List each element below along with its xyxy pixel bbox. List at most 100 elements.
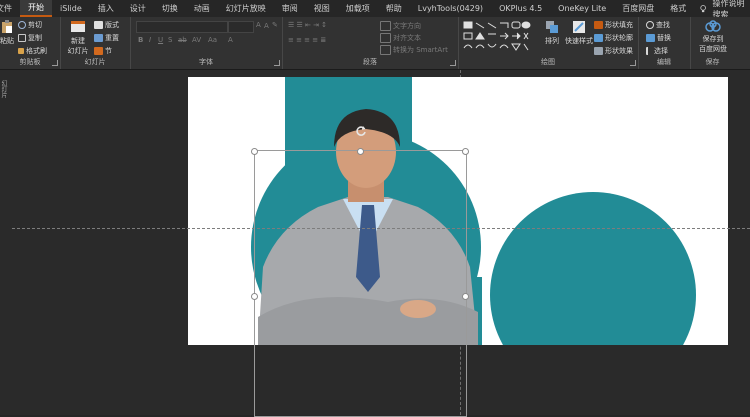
- paragraph-launcher-icon[interactable]: [450, 60, 456, 66]
- tab-lvyhtools[interactable]: LvyhTools(0429): [410, 0, 491, 17]
- font-size-shrink-icon[interactable]: A: [264, 22, 269, 30]
- tab-help[interactable]: 帮助: [378, 0, 410, 17]
- save-group-label: 保存: [705, 58, 720, 66]
- selection-frame[interactable]: [254, 150, 467, 417]
- resize-handle-right[interactable]: [462, 293, 469, 300]
- font-name-box[interactable]: [136, 21, 228, 33]
- shape-fill-label: 形状填充: [605, 21, 633, 29]
- font-size-grow-icon[interactable]: A: [256, 21, 261, 29]
- fill-bucket-icon: [594, 21, 603, 29]
- drawing-launcher-icon[interactable]: [630, 60, 636, 66]
- tab-transitions[interactable]: 切换: [154, 0, 186, 17]
- tab-baidu[interactable]: 百度网盘: [614, 0, 662, 17]
- format-painter-button[interactable]: 格式刷: [18, 46, 47, 56]
- align-text-icon: [380, 33, 391, 43]
- tab-home[interactable]: 开始: [20, 0, 52, 17]
- align-text-button[interactable]: 对齐文本: [380, 33, 421, 43]
- replace-button[interactable]: 替换: [646, 33, 671, 43]
- outline-pen-icon: [594, 34, 603, 42]
- clear-format-icon[interactable]: ✎: [272, 21, 278, 29]
- tab-insert[interactable]: 插入: [90, 0, 122, 17]
- smartart-button[interactable]: 转换为 SmartArt: [380, 45, 448, 55]
- thumbnail-pane-toggle[interactable]: 幻灯片: [0, 80, 8, 110]
- section-button[interactable]: 节: [94, 46, 112, 56]
- new-slide-button[interactable]: 新建 幻灯片: [64, 20, 92, 56]
- ribbon-tabs: 文件 开始 iSlide 插入 设计 切换 动画 幻灯片放映 审阅 视图 加载项…: [0, 0, 750, 19]
- bullets-icon[interactable]: ☰ ☰ ⇤ ⇥ ↕: [288, 21, 327, 29]
- tab-design[interactable]: 设计: [122, 0, 154, 17]
- paste-button[interactable]: 粘贴: [0, 20, 14, 46]
- layout-icon: [94, 21, 103, 29]
- section-icon: [94, 47, 103, 55]
- change-case-icon[interactable]: Aa: [208, 36, 217, 44]
- group-font: A A ✎ B I U S ab AV Aa A 字体: [130, 17, 283, 69]
- quick-styles-icon: [573, 21, 585, 33]
- shapes-gallery-icon[interactable]: [462, 20, 532, 54]
- tab-view[interactable]: 视图: [306, 0, 338, 17]
- copy-button[interactable]: 复制: [18, 33, 42, 43]
- cut-button[interactable]: 剪切: [18, 20, 42, 30]
- resize-handle-top-right[interactable]: [462, 148, 469, 155]
- underline-icon[interactable]: U: [158, 36, 163, 44]
- text-direction-icon: [380, 21, 391, 31]
- shape-outline-label: 形状轮廓: [605, 34, 633, 42]
- lightbulb-icon: [700, 4, 707, 12]
- reset-button[interactable]: 重置: [94, 33, 119, 43]
- quick-styles-button[interactable]: 快速样式: [564, 20, 594, 46]
- clipboard-group-label: 剪贴板: [19, 58, 41, 66]
- copy-icon: [18, 34, 26, 42]
- font-color-icon[interactable]: A: [228, 36, 233, 44]
- group-slides: 新建 幻灯片 版式 重置 节 幻灯片: [60, 17, 131, 69]
- shape-effects-button[interactable]: 形状效果: [594, 46, 633, 56]
- arrange-button[interactable]: 排列: [542, 20, 562, 46]
- tab-animations[interactable]: 动画: [186, 0, 218, 17]
- strikethrough-icon[interactable]: ab: [178, 36, 187, 44]
- char-spacing-icon[interactable]: AV: [192, 36, 201, 44]
- tab-format[interactable]: 格式: [662, 0, 694, 17]
- find-label: 查找: [656, 21, 670, 29]
- align-icons[interactable]: ≡ ≡ ≡ ≡ ≣: [288, 36, 326, 44]
- shape-outline-button[interactable]: 形状轮廓: [594, 33, 633, 43]
- tab-slideshow[interactable]: 幻灯片放映: [218, 0, 274, 17]
- section-label: 节: [105, 47, 112, 55]
- brush-icon: [18, 48, 24, 54]
- select-button[interactable]: 选择: [646, 46, 668, 56]
- text-direction-button[interactable]: 文字方向: [380, 21, 421, 31]
- shadow-icon[interactable]: S: [168, 36, 172, 44]
- editing-group-label: 编辑: [657, 58, 671, 66]
- slides-group-label: 幻灯片: [84, 58, 106, 66]
- tab-islide[interactable]: iSlide: [52, 0, 90, 17]
- bold-icon[interactable]: B: [138, 36, 143, 44]
- group-editing: 查找 替换 选择 编辑: [638, 17, 691, 69]
- format-painter-label: 格式刷: [26, 47, 47, 55]
- quick-styles-label: 快速样式: [565, 37, 593, 45]
- text-direction-label: 文字方向: [393, 22, 421, 30]
- tab-addins[interactable]: 加载项: [338, 0, 378, 17]
- group-clipboard: 粘贴 剪切 复制 格式刷 剪贴板: [0, 17, 61, 69]
- font-launcher-icon[interactable]: [274, 60, 280, 66]
- shape-fill-button[interactable]: 形状填充: [594, 20, 633, 30]
- cut-label: 剪切: [28, 21, 42, 29]
- layout-button[interactable]: 版式: [94, 20, 119, 30]
- font-size-box[interactable]: [228, 21, 254, 33]
- italic-icon[interactable]: I: [149, 36, 151, 44]
- reset-label: 重置: [105, 34, 119, 42]
- replace-label: 替换: [657, 34, 671, 42]
- tab-okplus[interactable]: OKPlus 4.5: [491, 0, 550, 17]
- shape-effects-label: 形状效果: [605, 47, 633, 55]
- smartart-label: 转换为 SmartArt: [393, 46, 448, 54]
- clipboard-launcher-icon[interactable]: [52, 60, 58, 66]
- find-button[interactable]: 查找: [646, 20, 670, 30]
- tab-review[interactable]: 审阅: [274, 0, 306, 17]
- tab-file[interactable]: 文件: [0, 0, 20, 17]
- tab-onekey[interactable]: OneKey Lite: [550, 0, 614, 17]
- resize-handle-left[interactable]: [251, 293, 258, 300]
- ribbon: 粘贴 剪切 复制 格式刷 剪贴板 新建 幻灯片 版式 重置 节 幻灯片 A A …: [0, 17, 750, 70]
- resize-handle-top-left[interactable]: [251, 148, 258, 155]
- new-slide-label: 新建: [71, 37, 85, 45]
- paste-label: 粘贴: [0, 37, 14, 45]
- resize-handle-top[interactable]: [357, 148, 364, 155]
- save-to-baidu-button[interactable]: 保存到 百度网盘: [694, 20, 732, 54]
- rotate-handle-icon[interactable]: [355, 125, 367, 137]
- align-text-label: 对齐文本: [393, 34, 421, 42]
